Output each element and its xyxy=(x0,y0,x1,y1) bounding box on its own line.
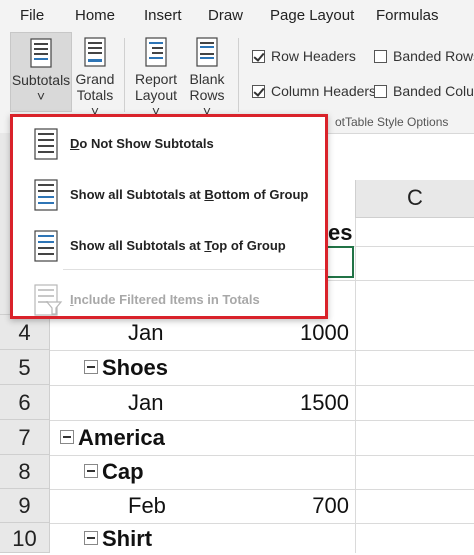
blank-rows-icon xyxy=(196,37,218,67)
banded-columns-label: Banded Colum xyxy=(393,83,474,99)
menu-item-include-filtered-items: Include Filtered Items in Totals xyxy=(13,275,325,325)
row-header-9[interactable]: 9 xyxy=(0,489,50,523)
grid-line xyxy=(50,420,474,421)
grand-totals-icon xyxy=(84,37,106,67)
report-layout-button[interactable]: Report Layout ˅ xyxy=(131,32,181,119)
selected-cell-border xyxy=(328,246,354,278)
ribbon-separator xyxy=(238,38,239,112)
banded-columns-checkbox[interactable]: Banded Colum xyxy=(374,83,474,99)
menu-item-label: Show all Subtotals at Bottom of Group xyxy=(70,187,309,202)
cell-row-label[interactable]: Shirt xyxy=(84,526,152,552)
menu-item-do-not-show-subtotals[interactable]: Do Not Show Subtotals xyxy=(13,119,325,169)
grid-line xyxy=(50,523,474,524)
row-header-6[interactable]: 6 xyxy=(0,385,50,420)
header-cell-fragment: es xyxy=(328,220,353,245)
menu-item-subtotals-bottom[interactable]: Show all Subtotals at Bottom of Group xyxy=(13,170,325,220)
menu-item-label: Include Filtered Items in Totals xyxy=(70,292,260,307)
grid-line xyxy=(50,455,474,456)
blank-rows-button[interactable]: Blank Rows ˅ xyxy=(184,32,230,119)
cell-row-label[interactable]: Cap xyxy=(84,459,144,485)
subtotals-label: Subtotals xyxy=(11,72,71,88)
column-header-c[interactable]: C xyxy=(355,180,474,218)
subtotals-button[interactable]: Subtotals ˅ xyxy=(10,32,72,112)
row-headers-checkbox[interactable]: Row Headers xyxy=(252,48,356,64)
subtotals-dropdown-menu: Do Not Show Subtotals Show all Subtotals… xyxy=(10,114,328,319)
row-headers-label: Row Headers xyxy=(271,48,356,64)
style-options-group-label: otTable Style Options xyxy=(335,115,449,129)
subtotals-bottom-icon xyxy=(34,179,58,211)
cell-row-label[interactable]: Jan xyxy=(128,390,163,416)
banded-rows-label: Banded Rows xyxy=(393,48,474,64)
tab-insert[interactable]: Insert xyxy=(144,7,182,24)
filter-totals-icon xyxy=(34,284,63,316)
row-header-8[interactable]: 8 xyxy=(0,455,50,489)
subtotals-icon xyxy=(30,38,52,68)
chevron-down-icon: ˅ xyxy=(36,88,46,104)
banded-rows-checkbox[interactable]: Banded Rows xyxy=(374,48,474,64)
cell-row-label[interactable]: America xyxy=(60,425,165,451)
column-headers-checkbox[interactable]: Column Headers xyxy=(252,83,376,99)
checkbox-checked-icon xyxy=(252,50,265,63)
cell-value[interactable]: 1500 xyxy=(300,390,349,416)
column-headers-label: Column Headers xyxy=(271,83,377,99)
tab-home[interactable]: Home xyxy=(75,7,115,24)
menu-bar: File Home Insert Draw Page Layout Formul… xyxy=(0,0,474,32)
menu-item-subtotals-top[interactable]: Show all Subtotals at Top of Group xyxy=(13,221,325,271)
collapse-icon[interactable] xyxy=(84,464,98,478)
grid-line xyxy=(50,489,474,490)
grid-line xyxy=(50,350,474,351)
grand-totals-button[interactable]: Grand Totals ˅ xyxy=(72,32,118,119)
report-layout-icon xyxy=(145,37,167,67)
tab-page-layout[interactable]: Page Layout xyxy=(270,7,354,24)
ribbon-separator xyxy=(124,38,125,112)
no-subtotals-icon xyxy=(34,128,58,160)
collapse-icon[interactable] xyxy=(84,531,98,545)
cell-row-label[interactable]: Feb xyxy=(128,493,166,519)
menu-separator xyxy=(63,269,325,270)
checkbox-empty-icon xyxy=(374,50,387,63)
cell-value[interactable]: 700 xyxy=(312,493,349,519)
cell-row-label[interactable]: Shoes xyxy=(84,355,168,381)
menu-item-label: Do Not Show Subtotals xyxy=(70,136,214,151)
tab-formulas[interactable]: Formulas xyxy=(376,7,439,24)
blank-rows-label-line1: Blank xyxy=(189,71,225,87)
grid-line xyxy=(50,385,474,386)
tab-draw[interactable]: Draw xyxy=(208,7,243,24)
row-header-10[interactable]: 10 xyxy=(0,523,50,553)
menu-item-label: Show all Subtotals at Top of Group xyxy=(70,238,286,253)
subtotals-top-icon xyxy=(34,230,58,262)
row-header-5[interactable]: 5 xyxy=(0,350,50,385)
tab-file[interactable]: File xyxy=(20,7,44,24)
collapse-icon[interactable] xyxy=(84,360,98,374)
checkbox-checked-icon xyxy=(252,85,265,98)
row-header-7[interactable]: 7 xyxy=(0,420,50,455)
collapse-icon[interactable] xyxy=(60,430,74,444)
report-layout-label-line1: Report xyxy=(134,71,178,87)
checkbox-empty-icon xyxy=(374,85,387,98)
grand-totals-label-line1: Grand xyxy=(75,71,115,87)
